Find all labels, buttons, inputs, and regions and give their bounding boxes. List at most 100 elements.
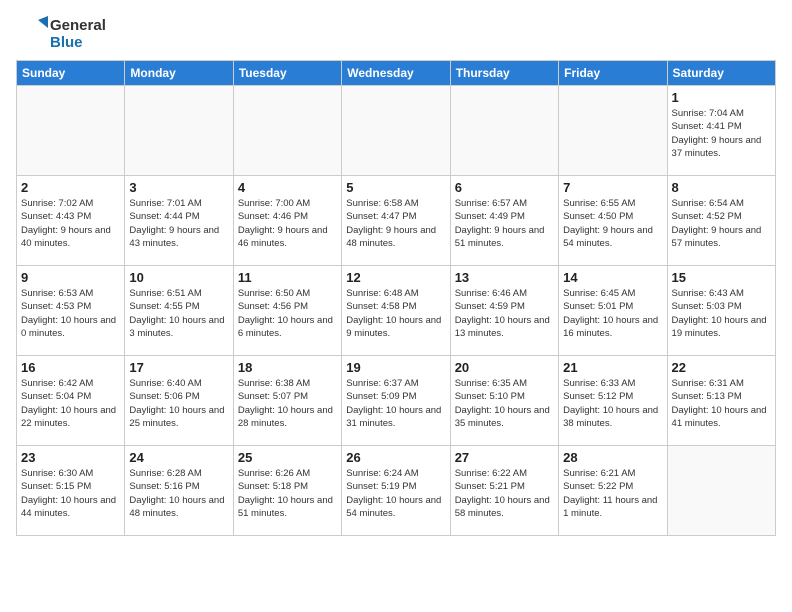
day-info: Sunrise: 6:38 AM Sunset: 5:07 PM Dayligh… (238, 377, 337, 430)
day-number: 7 (563, 180, 662, 195)
calendar-cell: 7Sunrise: 6:55 AM Sunset: 4:50 PM Daylig… (559, 176, 667, 266)
day-number: 9 (21, 270, 120, 285)
day-info: Sunrise: 6:31 AM Sunset: 5:13 PM Dayligh… (672, 377, 771, 430)
calendar-cell: 15 Sunrise: 6:43 AM Sunset: 5:03 PM Dayli… (667, 266, 775, 356)
day-number: 3 (129, 180, 228, 195)
day-number: 13 (455, 270, 554, 285)
day-info: Sunrise: 6:30 AM Sunset: 5:15 PM Dayligh… (21, 467, 120, 520)
day-number: 19 (346, 360, 445, 375)
calendar-cell: 27 Sunrise: 6:22 AM Sunset: 5:21 PM Dayli… (450, 446, 558, 536)
day-number: 26 (346, 450, 445, 465)
day-number: 21 (563, 360, 662, 375)
day-info: Sunrise: 6:50 AM Sunset: 4:56 PM Dayligh… (238, 287, 337, 340)
day-number: 12 (346, 270, 445, 285)
calendar-cell: 3 Sunrise: 7:01 AM Sunset: 4:44 PM Daylig… (125, 176, 233, 266)
day-number: 8 (672, 180, 771, 195)
calendar-cell: 8 Sunrise: 6:54 AM Sunset: 4:52 PM Daylig… (667, 176, 775, 266)
calendar-cell: 2 Sunrise: 7:02 AM Sunset: 4:43 PM Daylig… (17, 176, 125, 266)
logo-triangle-icon (16, 16, 48, 52)
calendar-cell: 5 Sunrise: 6:58 AM Sunset: 4:47 PM Daylig… (342, 176, 450, 266)
calendar-cell: 4 Sunrise: 7:00 AM Sunset: 4:46 PM Daylig… (233, 176, 341, 266)
calendar-cell (559, 86, 667, 176)
calendar-cell (667, 446, 775, 536)
day-number: 15 (672, 270, 771, 285)
logo-general: General (50, 17, 106, 34)
day-number: 22 (672, 360, 771, 375)
day-number: 4 (238, 180, 337, 195)
calendar-cell (17, 86, 125, 176)
day-info: Sunrise: 6:46 AM Sunset: 4:59 PM Dayligh… (455, 287, 554, 340)
day-number: 16 (21, 360, 120, 375)
day-number: 2 (21, 180, 120, 195)
day-info: Sunrise: 6:54 AM Sunset: 4:52 PM Dayligh… (672, 197, 771, 250)
logo-text: General Blue (50, 17, 106, 52)
calendar-cell (125, 86, 233, 176)
calendar-cell: 22 Sunrise: 6:31 AM Sunset: 5:13 PM Dayli… (667, 356, 775, 446)
weekday-header-wednesday: Wednesday (342, 61, 450, 86)
calendar-cell: 16 Sunrise: 6:42 AM Sunset: 5:04 PM Dayli… (17, 356, 125, 446)
calendar-cell: 9Sunrise: 6:53 AM Sunset: 4:53 PM Daylig… (17, 266, 125, 356)
page-header: General Blue (16, 16, 776, 52)
day-info: Sunrise: 6:43 AM Sunset: 5:03 PM Dayligh… (672, 287, 771, 340)
day-number: 6 (455, 180, 554, 195)
day-info: Sunrise: 7:02 AM Sunset: 4:43 PM Dayligh… (21, 197, 120, 250)
day-info: Sunrise: 6:45 AM Sunset: 5:01 PM Dayligh… (563, 287, 662, 340)
day-info: Sunrise: 6:57 AM Sunset: 4:49 PM Dayligh… (455, 197, 554, 250)
day-info: Sunrise: 6:24 AM Sunset: 5:19 PM Dayligh… (346, 467, 445, 520)
day-number: 1 (672, 90, 771, 105)
day-number: 27 (455, 450, 554, 465)
calendar-cell: 25Sunrise: 6:26 AM Sunset: 5:18 PM Dayli… (233, 446, 341, 536)
day-info: Sunrise: 6:40 AM Sunset: 5:06 PM Dayligh… (129, 377, 228, 430)
day-info: Sunrise: 6:33 AM Sunset: 5:12 PM Dayligh… (563, 377, 662, 430)
weekday-header-monday: Monday (125, 61, 233, 86)
day-number: 23 (21, 450, 120, 465)
calendar-cell: 1 Sunrise: 7:04 AM Sunset: 4:41 PM Daylig… (667, 86, 775, 176)
day-info: Sunrise: 6:48 AM Sunset: 4:58 PM Dayligh… (346, 287, 445, 340)
calendar-cell: 20 Sunrise: 6:35 AM Sunset: 5:10 PM Dayli… (450, 356, 558, 446)
day-info: Sunrise: 6:28 AM Sunset: 5:16 PM Dayligh… (129, 467, 228, 520)
calendar-cell: 10 Sunrise: 6:51 AM Sunset: 4:55 PM Dayli… (125, 266, 233, 356)
calendar-cell: 17 Sunrise: 6:40 AM Sunset: 5:06 PM Dayli… (125, 356, 233, 446)
day-info: Sunrise: 6:35 AM Sunset: 5:10 PM Dayligh… (455, 377, 554, 430)
day-info: Sunrise: 7:04 AM Sunset: 4:41 PM Dayligh… (672, 107, 771, 160)
calendar-table: SundayMondayTuesdayWednesdayThursdayFrid… (16, 60, 776, 536)
day-info: Sunrise: 6:58 AM Sunset: 4:47 PM Dayligh… (346, 197, 445, 250)
day-info: Sunrise: 7:00 AM Sunset: 4:46 PM Dayligh… (238, 197, 337, 250)
calendar-cell: 14 Sunrise: 6:45 AM Sunset: 5:01 PM Dayli… (559, 266, 667, 356)
calendar-cell (450, 86, 558, 176)
day-info: Sunrise: 6:26 AM Sunset: 5:18 PM Dayligh… (238, 467, 337, 520)
calendar-cell: 19 Sunrise: 6:37 AM Sunset: 5:09 PM Dayli… (342, 356, 450, 446)
day-number: 20 (455, 360, 554, 375)
logo-container: General Blue (16, 16, 106, 52)
week-row-3: 9Sunrise: 6:53 AM Sunset: 4:53 PM Daylig… (17, 266, 776, 356)
day-info: Sunrise: 6:37 AM Sunset: 5:09 PM Dayligh… (346, 377, 445, 430)
calendar-cell (342, 86, 450, 176)
day-number: 28 (563, 450, 662, 465)
weekday-header-sunday: Sunday (17, 61, 125, 86)
logo: General Blue (16, 16, 106, 52)
day-number: 14 (563, 270, 662, 285)
calendar-cell: 21 Sunrise: 6:33 AM Sunset: 5:12 PM Dayli… (559, 356, 667, 446)
weekday-header-thursday: Thursday (450, 61, 558, 86)
weekday-header-saturday: Saturday (667, 61, 775, 86)
day-number: 17 (129, 360, 228, 375)
calendar-cell (233, 86, 341, 176)
day-info: Sunrise: 6:42 AM Sunset: 5:04 PM Dayligh… (21, 377, 120, 430)
day-number: 11 (238, 270, 337, 285)
day-number: 5 (346, 180, 445, 195)
week-row-5: 23 Sunrise: 6:30 AM Sunset: 5:15 PM Dayli… (17, 446, 776, 536)
calendar-cell: 12 Sunrise: 6:48 AM Sunset: 4:58 PM Dayli… (342, 266, 450, 356)
weekday-header-tuesday: Tuesday (233, 61, 341, 86)
logo-blue: Blue (50, 34, 106, 51)
day-info: Sunrise: 6:22 AM Sunset: 5:21 PM Dayligh… (455, 467, 554, 520)
day-info: Sunrise: 6:51 AM Sunset: 4:55 PM Dayligh… (129, 287, 228, 340)
calendar-cell: 28Sunrise: 6:21 AM Sunset: 5:22 PM Dayli… (559, 446, 667, 536)
calendar-cell: 23 Sunrise: 6:30 AM Sunset: 5:15 PM Dayli… (17, 446, 125, 536)
day-number: 18 (238, 360, 337, 375)
calendar-cell: 26 Sunrise: 6:24 AM Sunset: 5:19 PM Dayli… (342, 446, 450, 536)
day-number: 10 (129, 270, 228, 285)
calendar-cell: 11 Sunrise: 6:50 AM Sunset: 4:56 PM Dayli… (233, 266, 341, 356)
week-row-4: 16 Sunrise: 6:42 AM Sunset: 5:04 PM Dayli… (17, 356, 776, 446)
day-info: Sunrise: 7:01 AM Sunset: 4:44 PM Dayligh… (129, 197, 228, 250)
calendar-cell: 24Sunrise: 6:28 AM Sunset: 5:16 PM Dayli… (125, 446, 233, 536)
